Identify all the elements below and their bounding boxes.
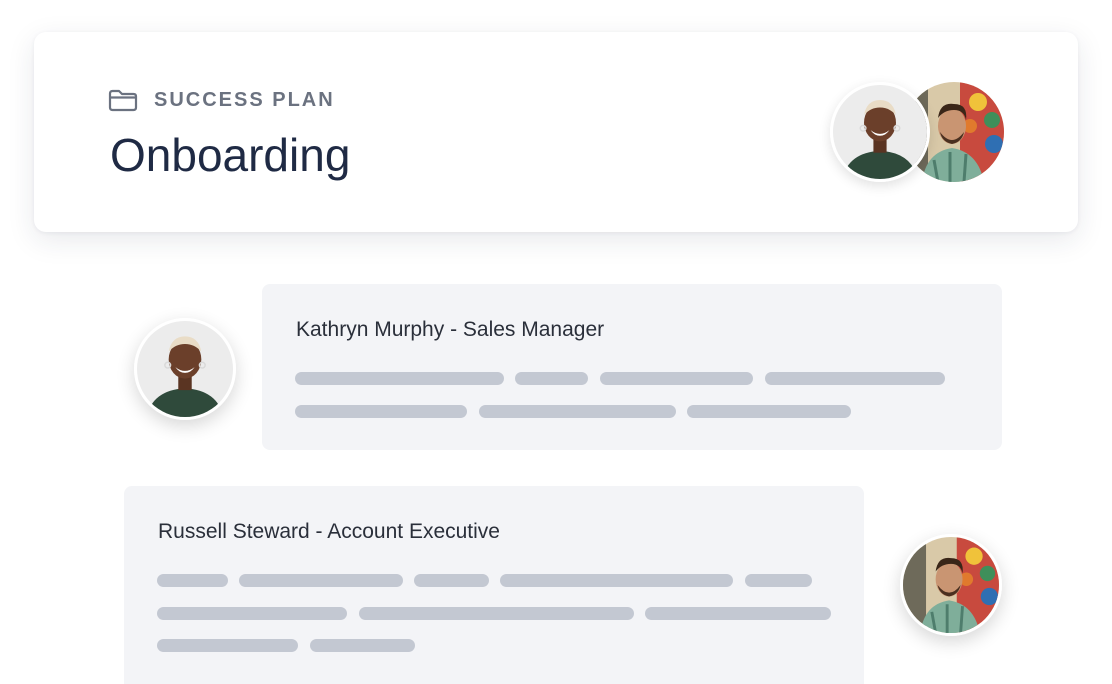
skeleton-line (414, 574, 489, 587)
avatar-russell-steward[interactable] (900, 534, 1002, 636)
skeleton-line (157, 639, 298, 652)
avatar-kathryn-murphy[interactable] (134, 318, 236, 420)
skeleton-line (600, 372, 753, 385)
skeleton-line (359, 607, 634, 620)
skeleton-line (295, 372, 504, 385)
message-author: Russell Steward - Account Executive (158, 520, 500, 543)
skeleton-line (239, 574, 403, 587)
message-card-kathryn[interactable]: Kathryn Murphy - Sales Manager (262, 284, 1002, 450)
skeleton-line (515, 372, 588, 385)
message-author: Kathryn Murphy - Sales Manager (296, 318, 605, 341)
folder-icon (108, 88, 138, 112)
message-card-russell[interactable]: Russell Steward - Account Executive (124, 486, 864, 684)
skeleton-line (295, 405, 467, 418)
skeleton-line (479, 405, 676, 418)
skeleton-line (745, 574, 812, 587)
skeleton-line (765, 372, 945, 385)
skeleton-line (157, 607, 347, 620)
eyebrow-label: SUCCESS PLAN (154, 88, 335, 111)
avatar-kathryn-murphy[interactable] (830, 82, 930, 182)
skeleton-line (500, 574, 733, 587)
skeleton-line (687, 405, 851, 418)
skeleton-line (645, 607, 831, 620)
skeleton-line (310, 639, 415, 652)
page-title: Onboarding (110, 129, 351, 181)
skeleton-line (157, 574, 228, 587)
eyebrow: SUCCESS PLAN (108, 88, 335, 112)
